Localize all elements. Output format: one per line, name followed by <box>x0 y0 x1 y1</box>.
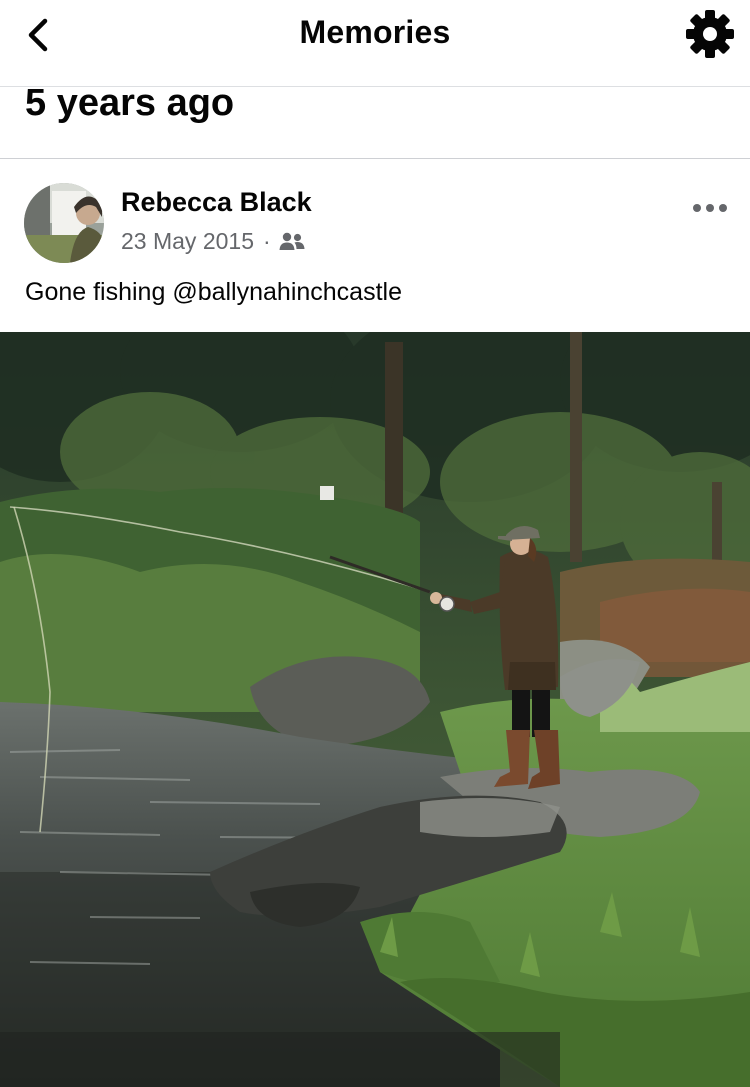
more-options-button[interactable] <box>688 194 734 222</box>
post-author[interactable]: Rebecca Black <box>121 187 312 218</box>
settings-button[interactable] <box>684 10 736 58</box>
post-date[interactable]: 23 May 2015 <box>121 228 254 255</box>
post-meta: 23 May 2015 · <box>121 228 305 255</box>
more-horizontal-icon <box>693 204 727 212</box>
meta-separator: · <box>262 228 271 254</box>
page-title: Memories <box>299 14 451 50</box>
gear-icon <box>686 10 734 58</box>
avatar-image <box>24 183 104 263</box>
post-caption: Gone fishing @ballynahinchcastle <box>25 278 402 306</box>
friends-icon <box>279 232 305 250</box>
author-avatar[interactable] <box>24 183 104 263</box>
post-photo[interactable] <box>0 332 750 1087</box>
section-divider <box>0 158 750 159</box>
top-bar: Memories <box>0 0 750 87</box>
section-heading: 5 years ago <box>25 82 235 124</box>
